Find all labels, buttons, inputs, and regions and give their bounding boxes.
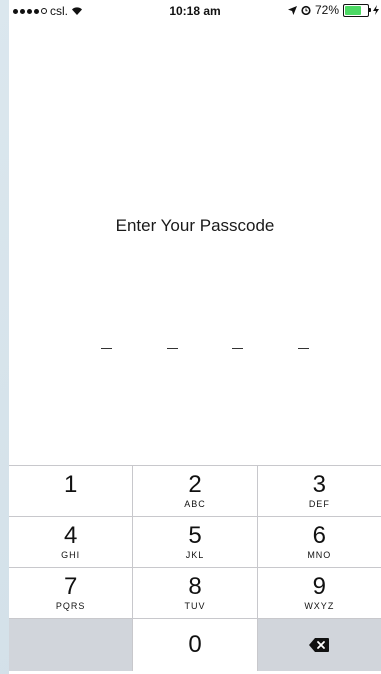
keypad-row: 7 PQRS 8 TUV 9 WXYZ <box>9 568 381 619</box>
numeric-keypad: 1 2 ABC 3 DEF 4 GHI 5 JKL 6 MNO 7 PQRS 8… <box>9 465 381 674</box>
key-5[interactable]: 5 JKL <box>133 517 258 567</box>
key-letters: DEF <box>308 499 330 509</box>
passcode-digit-placeholder <box>297 348 309 349</box>
delete-button[interactable] <box>257 619 381 671</box>
key-letters: TUV <box>184 601 206 611</box>
backspace-icon <box>309 638 330 652</box>
key-letters: ABC <box>184 499 206 509</box>
key-digit: 3 <box>312 471 326 498</box>
key-digit: 0 <box>188 631 202 658</box>
status-bar: csl. 10:18 am 72% <box>9 0 381 22</box>
key-2[interactable]: 2 ABC <box>133 466 258 516</box>
passcode-entry-indicator <box>101 348 309 349</box>
key-digit: 8 <box>188 573 202 600</box>
key-digit: 7 <box>63 573 78 600</box>
keypad-row: 1 2 ABC 3 DEF <box>9 466 381 517</box>
alarm-clock-icon <box>301 5 311 15</box>
status-right: 72% <box>287 3 379 17</box>
key-3[interactable]: 3 DEF <box>257 466 381 516</box>
key-0[interactable]: 0 <box>133 619 258 671</box>
key-digit: 1 <box>63 471 78 498</box>
key-letters: WXYZ <box>304 601 335 611</box>
passcode-digit-placeholder <box>166 348 178 349</box>
blank-key <box>9 619 134 671</box>
key-9[interactable]: 9 WXYZ <box>257 568 381 618</box>
key-letters: PQRS <box>55 601 86 611</box>
battery-icon <box>343 3 371 17</box>
charging-bolt-icon <box>373 5 379 15</box>
key-6[interactable]: 6 MNO <box>257 517 381 567</box>
passcode-prompt-title: Enter Your Passcode <box>115 216 275 235</box>
key-digit: 6 <box>312 522 326 549</box>
key-digit: 2 <box>188 471 202 498</box>
key-letters: MNO <box>307 550 332 560</box>
battery-tip <box>369 7 371 12</box>
battery-percent: 72% <box>314 3 339 17</box>
key-7[interactable]: 7 PQRS <box>9 568 134 618</box>
key-letters: GHI <box>61 550 81 560</box>
key-digit: 4 <box>63 522 78 549</box>
keypad-row: 0 <box>9 619 381 671</box>
key-digit: 5 <box>188 522 202 549</box>
phone-screen: csl. 10:18 am 72% Enter Your Passcode 1 … <box>9 0 381 674</box>
battery-level <box>345 5 361 15</box>
key-digit: 9 <box>312 573 326 600</box>
location-arrow-icon <box>287 5 297 15</box>
key-1[interactable]: 1 <box>9 466 134 516</box>
key-letters: JKL <box>185 550 205 560</box>
key-8[interactable]: 8 TUV <box>133 568 258 618</box>
passcode-digit-placeholder <box>232 348 244 349</box>
key-4[interactable]: 4 GHI <box>9 517 134 567</box>
passcode-digit-placeholder <box>101 348 112 349</box>
keypad-row: 4 GHI 5 JKL 6 MNO <box>9 517 381 568</box>
